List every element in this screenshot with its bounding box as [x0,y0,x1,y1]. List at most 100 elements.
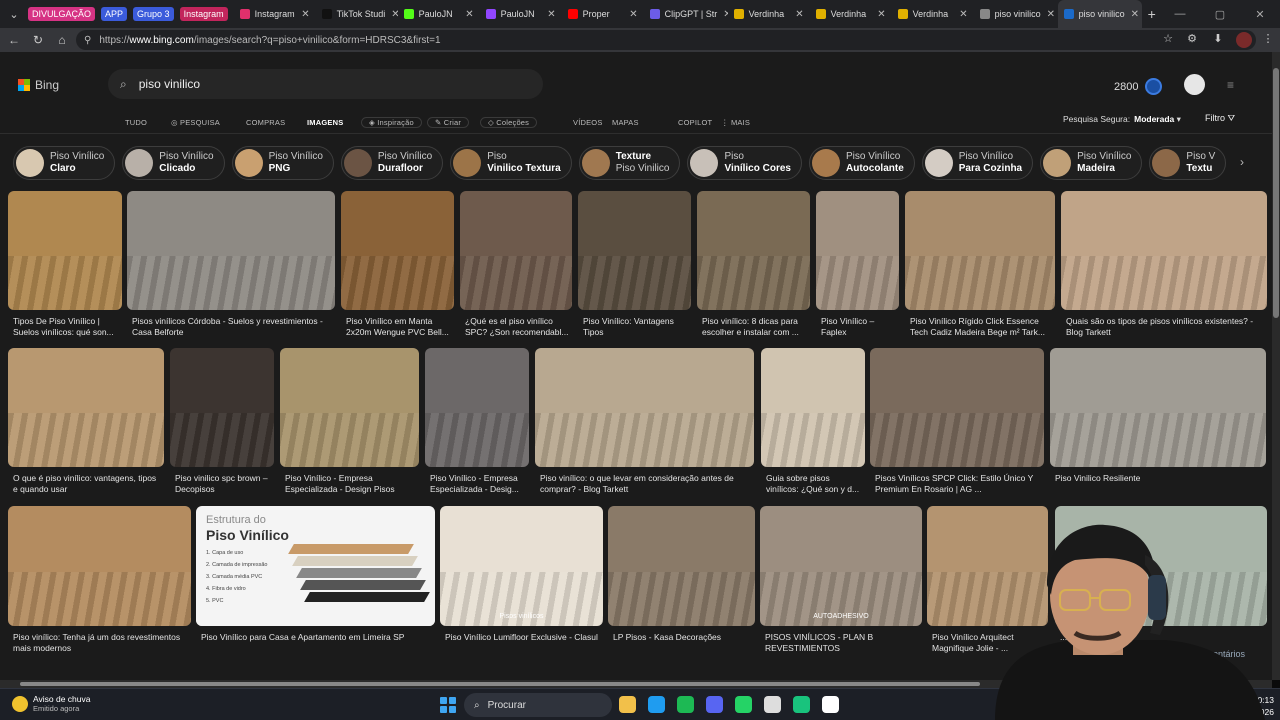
safe-search[interactable]: Pesquisa Segura: Moderada ▾ [1063,114,1181,125]
result-caption[interactable]: Quais são os tipos de pisos vinílicos ex… [1066,316,1266,338]
browser-tab[interactable]: Instagram ✕ [234,0,316,28]
tab-group-label[interactable]: APP [101,7,128,21]
extensions-icon[interactable]: ⚙ [1184,32,1200,48]
safe-search-value[interactable]: Moderada [1134,114,1174,124]
result-caption[interactable]: Piso vinilico spc brown – Decopisos [175,473,273,495]
result-image[interactable] [761,348,865,467]
result-caption[interactable]: Pisos Vinílicos SPCP Click: Estilo Único… [875,473,1043,495]
result-image[interactable] [608,506,755,626]
back-icon[interactable]: ← [2,33,26,47]
related-search-chip[interactable]: Piso Vinílico PNG [231,146,334,180]
spotify-icon[interactable] [677,696,694,713]
close-tab-icon[interactable]: ✕ [789,9,803,20]
scope-mais[interactable]: ⋮ MAIS [721,113,761,131]
result-caption[interactable]: Piso Vinílico – Faplex [821,316,898,338]
user-avatar[interactable] [1184,74,1205,95]
browser-menu-icon[interactable]: ⋮ [1260,32,1276,48]
reload-icon[interactable]: ↻ [26,33,50,47]
result-image[interactable]: AUTOADHESIVO [760,506,922,626]
downloads-icon[interactable]: ⬇ [1210,32,1226,48]
result-caption[interactable]: Piso Vinílico - Empresa Especializada - … [285,473,418,495]
related-search-chip[interactable]: Piso Vinílico Durafloor [340,146,444,180]
tab-group-label[interactable]: Grupo 3 [133,7,174,21]
result-caption[interactable]: Pisos vinílicos Córdoba - Suelos y reves… [132,316,334,338]
close-tab-icon[interactable]: ✕ [1125,9,1139,20]
browser-tab[interactable]: piso vinilico ✕ [974,0,1058,28]
close-tab-icon[interactable]: ✕ [295,9,309,20]
scope-copilot[interactable]: COPILOT [678,113,721,131]
scope-compras[interactable]: COMPRAS [246,113,307,131]
result-caption[interactable]: Piso Vinílico Rígido Click Essence Tech … [910,316,1054,338]
chips-next-chevron-icon[interactable]: › [1240,155,1244,169]
related-search-chip[interactable]: Piso V Textu [1149,146,1227,180]
result-caption[interactable]: Piso Vinílico em Manta 2x20m Wengue PVC … [346,316,453,338]
close-window-icon[interactable]: ✕ [1240,8,1280,21]
app-green-icon[interactable] [793,696,810,713]
result-caption[interactable]: ¿Qué es el piso vinílico SPC? ¿Son recom… [465,316,571,338]
related-search-chip[interactable]: Texture Piso Vinilico [578,146,681,180]
site-info-icon[interactable]: ⚲ [84,35,91,46]
search-query[interactable]: piso vinilico [139,77,200,91]
vertical-scroll-thumb[interactable] [1273,68,1279,318]
taskbar-search[interactable]: ⌕ Procurar [464,693,612,717]
result-image[interactable] [170,348,274,467]
browser-tab[interactable]: TikTok Studi ✕ [316,0,398,28]
close-tab-icon[interactable]: ✕ [953,9,967,20]
close-tab-icon[interactable]: ✕ [1041,9,1055,20]
scope-criar[interactable]: ✎ Criar [427,113,480,131]
hamburger-menu-icon[interactable]: ≡ [1227,78,1234,92]
search-box[interactable]: ⌕ piso vinilico [108,69,543,99]
close-tab-icon[interactable]: ✕ [623,9,637,20]
related-search-chip[interactable]: Piso Vinílico Autocolante [808,146,915,180]
close-tab-icon[interactable]: ✕ [541,9,555,20]
search-icon[interactable]: ⌕ [120,77,127,92]
scope-inspiracao[interactable]: ◈ Inspiração [361,113,427,131]
related-search-chip[interactable]: Piso Vinílico Claro [13,146,116,180]
result-image[interactable] [870,348,1044,467]
result-image[interactable] [425,348,529,467]
scope-mapas[interactable]: MAPAS [612,113,678,131]
close-tab-icon[interactable]: ✕ [459,9,473,20]
result-caption[interactable]: PISOS VINÍLICOS - PLAN B REVESTIMIENTOS [765,632,921,654]
maximize-icon[interactable]: ▢ [1200,8,1240,21]
tab-actions-menu[interactable]: ⌄ [0,0,28,28]
profile-avatar[interactable] [1236,32,1252,48]
result-image[interactable] [127,191,335,310]
related-search-chip[interactable]: Piso Vinílico Clicado [122,146,225,180]
home-icon[interactable]: ⌂ [50,33,74,47]
rewards-points[interactable]: 2800 [1114,78,1163,95]
result-image[interactable] [1061,191,1267,310]
tab-group-label[interactable]: Instagram [179,7,228,21]
url-field[interactable]: ⚲ https://www.bing.com/images/search?q=p… [76,30,1256,50]
scope-imagens[interactable]: IMAGENS [307,113,361,131]
close-tab-icon[interactable]: ✕ [385,9,397,20]
result-image[interactable]: Pisos vinílicos [440,506,603,626]
windows-start-icon[interactable] [440,697,456,713]
result-image[interactable] [460,191,572,310]
browser-tab[interactable]: piso vinilico ✕ [1057,0,1142,28]
browser-tab[interactable]: PauloJN ✕ [398,0,480,28]
minimize-icon[interactable]: — [1160,8,1200,20]
new-tab-button[interactable]: + [1142,0,1162,28]
result-caption[interactable]: Piso Vinílico Lumifloor Exclusive - Clas… [445,632,602,654]
result-image[interactable] [697,191,810,310]
related-search-chip[interactable]: Piso Vinílico Cores [687,146,802,180]
result-caption[interactable]: Piso vinílico: 8 dicas para escolher e i… [702,316,809,338]
result-image[interactable] [8,506,191,626]
result-caption[interactable]: O que é piso vinílico: vantagens, tipos … [13,473,163,495]
result-image[interactable]: Estrutura do Piso Vinílico 1. Capa de uso 2… [196,506,435,626]
result-image[interactable] [905,191,1055,310]
result-caption[interactable]: Piso Vinílico - Empresa Especializada - … [430,473,528,495]
result-image[interactable] [1050,348,1266,467]
result-caption[interactable]: Tipos De Piso Vinílico | Suelos vinílico… [13,316,121,338]
result-caption[interactable]: Piso vinílico: o que levar em consideraç… [540,473,753,495]
scope-tudo[interactable]: TUDO [125,113,171,131]
result-caption[interactable]: Piso vinílico: Tenha já um dos revestime… [13,632,190,654]
browser-tab[interactable]: PauloJN ✕ [480,0,562,28]
close-tab-icon[interactable]: ✕ [871,9,885,20]
result-image[interactable] [280,348,419,467]
related-search-chip[interactable]: Piso Vinílico Madeira [1040,146,1143,180]
bing-logo[interactable]: Bing [18,78,59,92]
browser-tab[interactable]: Verdinha ✕ [810,0,892,28]
result-caption[interactable]: LP Pisos - Kasa Decorações [613,632,754,654]
